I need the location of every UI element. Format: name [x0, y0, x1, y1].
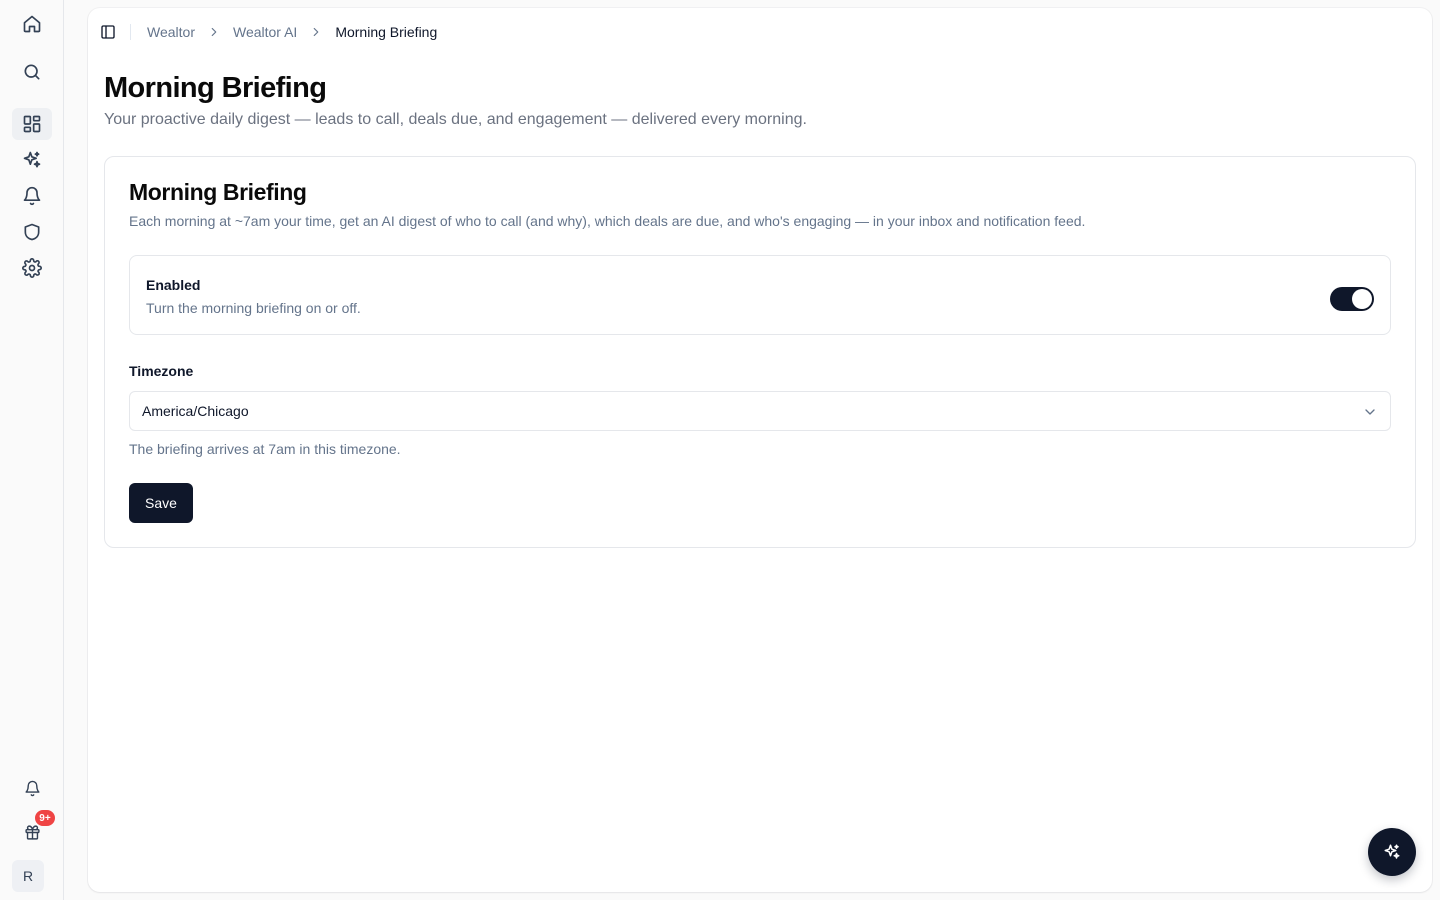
timezone-select[interactable]: America/Chicago	[129, 391, 1391, 431]
bell-icon	[24, 780, 40, 796]
ai-button[interactable]	[12, 144, 52, 176]
main-panel: Wealtor Wealtor AI Morning Briefing Morn…	[88, 8, 1432, 892]
sidebar-toggle-button[interactable]	[94, 18, 122, 46]
security-button[interactable]	[12, 216, 52, 248]
breadcrumb-current: Morning Briefing	[335, 24, 438, 40]
breadcrumb: Wealtor Wealtor AI Morning Briefing	[147, 24, 437, 40]
page-title: Morning Briefing	[104, 72, 327, 104]
gift-icon	[24, 824, 40, 840]
settings-button[interactable]	[12, 252, 52, 284]
home-button[interactable]	[12, 8, 52, 40]
bell-icon	[23, 186, 41, 206]
dashboard-icon	[23, 115, 41, 133]
avatar[interactable]: R	[12, 860, 44, 892]
gear-icon	[22, 258, 42, 278]
divider	[130, 24, 131, 40]
timezone-value: America/Chicago	[142, 403, 249, 419]
card-title: Morning Briefing	[129, 179, 307, 205]
chevron-right-icon	[309, 25, 323, 39]
enabled-setting-row: Enabled Turn the morning briefing on or …	[129, 255, 1391, 335]
sparkles-icon	[1384, 844, 1400, 859]
ai-assistant-button[interactable]	[1368, 828, 1416, 876]
alerts-button[interactable]	[12, 772, 52, 804]
card-description: Each morning at ~7am your time, get an A…	[129, 213, 1086, 229]
notifications-button[interactable]	[12, 180, 52, 212]
breadcrumb-item-wealtor-ai[interactable]: Wealtor AI	[233, 24, 297, 40]
search-button[interactable]	[12, 56, 52, 88]
enabled-help: Turn the morning briefing on or off.	[146, 300, 361, 316]
timezone-help: The briefing arrives at 7am in this time…	[129, 441, 401, 457]
enabled-label: Enabled	[146, 277, 201, 293]
save-button[interactable]: Save	[129, 483, 193, 523]
notification-badge: 9+	[34, 809, 56, 827]
enabled-toggle[interactable]	[1330, 287, 1374, 311]
breadcrumb-item-wealtor[interactable]: Wealtor	[147, 24, 195, 40]
home-icon	[23, 15, 41, 33]
search-icon	[24, 64, 40, 80]
top-bar: Wealtor Wealtor AI Morning Briefing	[88, 8, 1432, 56]
page-subtitle: Your proactive daily digest — leads to c…	[104, 111, 807, 128]
morning-briefing-card: Morning Briefing Each morning at ~7am yo…	[104, 156, 1416, 548]
timezone-label: Timezone	[129, 363, 194, 379]
sparkles-icon	[23, 151, 41, 168]
dashboard-button[interactable]	[12, 108, 52, 140]
shield-icon	[24, 223, 40, 241]
toggle-knob	[1352, 289, 1372, 309]
chevron-down-icon	[1365, 409, 1375, 415]
sidebar-toggle-icon	[101, 25, 115, 39]
icon-rail: 9+ R	[0, 0, 64, 900]
chevron-right-icon	[207, 25, 221, 39]
